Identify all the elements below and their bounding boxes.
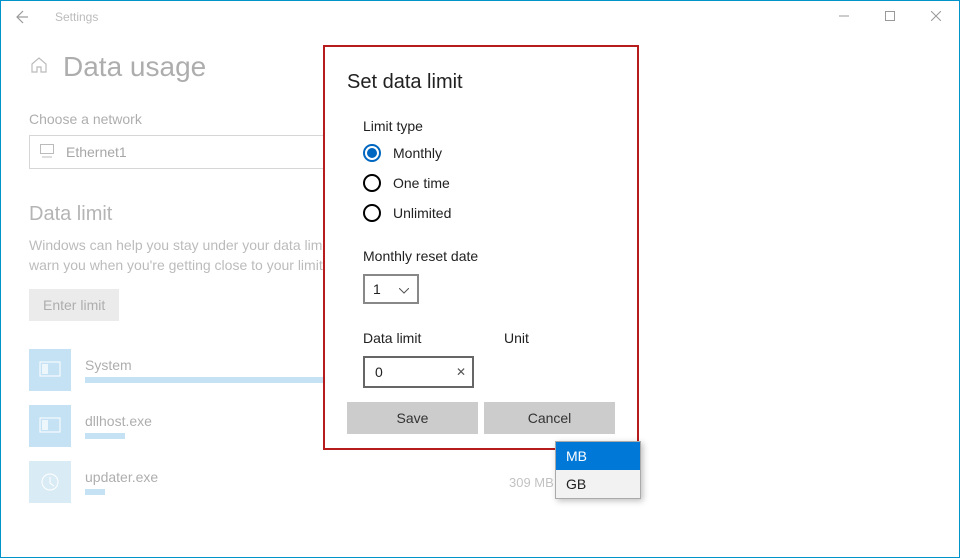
reset-date-label: Monthly reset date <box>363 248 615 264</box>
page-title: Data usage <box>63 51 206 83</box>
modal-title: Set data limit <box>347 71 615 94</box>
unit-dropdown[interactable]: MB GB <box>555 441 641 499</box>
radio-icon <box>363 144 381 162</box>
save-button[interactable]: Save <box>347 402 478 434</box>
usage-bar <box>85 433 125 439</box>
set-data-limit-modal: Set data limit Limit type Monthly One ti… <box>323 45 639 450</box>
network-name: Ethernet1 <box>66 144 127 160</box>
radio-monthly[interactable]: Monthly <box>363 144 615 162</box>
network-select[interactable]: Ethernet1 <box>29 135 329 169</box>
titlebar: Settings <box>1 1 959 33</box>
window-title: Settings <box>55 10 98 24</box>
app-usage: 309 MB <box>509 475 554 490</box>
app-name: updater.exe <box>85 469 465 485</box>
usage-bar <box>85 489 105 495</box>
clear-icon[interactable]: ✕ <box>456 365 466 379</box>
radio-one-time[interactable]: One time <box>363 174 615 192</box>
unit-option-mb[interactable]: MB <box>556 442 640 470</box>
data-limit-label: Data limit <box>363 330 474 346</box>
data-limit-value: 0 <box>375 364 383 380</box>
app-icon <box>29 349 71 391</box>
back-button[interactable] <box>13 9 37 25</box>
radio-label: One time <box>393 175 450 191</box>
close-button[interactable] <box>913 1 959 31</box>
radio-label: Unlimited <box>393 205 451 221</box>
reset-date-value: 1 <box>373 281 381 297</box>
home-icon[interactable] <box>29 55 49 80</box>
reset-date-select[interactable]: 1 <box>363 274 419 304</box>
data-limit-input[interactable]: 0 ✕ <box>363 356 474 388</box>
app-icon <box>29 461 71 503</box>
monitor-icon <box>40 144 56 161</box>
app-row: updater.exe 309 MB <box>29 461 931 503</box>
radio-icon <box>363 204 381 222</box>
unit-option-gb[interactable]: GB <box>556 470 640 498</box>
radio-label: Monthly <box>393 145 442 161</box>
app-icon <box>29 405 71 447</box>
radio-icon <box>363 174 381 192</box>
radio-unlimited[interactable]: Unlimited <box>363 204 615 222</box>
enter-limit-button[interactable]: Enter limit <box>29 289 119 321</box>
unit-label: Unit <box>504 330 615 346</box>
minimize-button[interactable] <box>821 1 867 31</box>
maximize-button[interactable] <box>867 1 913 31</box>
chevron-down-icon <box>399 281 409 297</box>
limit-type-label: Limit type <box>363 118 615 134</box>
cancel-button[interactable]: Cancel <box>484 402 615 434</box>
